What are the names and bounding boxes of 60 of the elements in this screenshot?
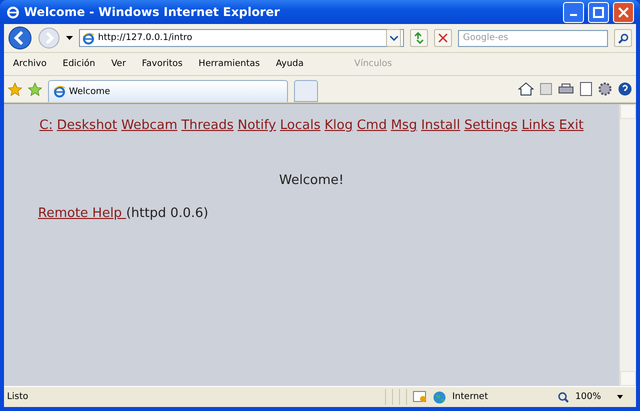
welcome-heading: Welcome! (278, 173, 345, 188)
page-menu-icon[interactable] (580, 82, 592, 96)
window-title: Welcome - Windows Internet Explorer (24, 5, 281, 19)
nav-link[interactable]: Exit (558, 118, 584, 133)
menu-item[interactable]: Edición (58, 59, 100, 69)
nav-link[interactable]: Klog (324, 118, 353, 133)
maximize-button[interactable] (588, 2, 609, 22)
nav-link[interactable]: Msg (390, 118, 418, 133)
printer-icon[interactable] (558, 82, 574, 96)
nav-link[interactable]: Webcam (121, 118, 178, 133)
scrollbar[interactable] (619, 104, 636, 386)
globe-icon (433, 390, 446, 404)
browser-logo-icon (6, 5, 20, 19)
remote-help-link[interactable]: Remote Help (38, 206, 126, 221)
search-icon (618, 32, 628, 44)
refresh-button[interactable] (410, 29, 428, 47)
nav-link[interactable]: Deskshot (56, 118, 118, 133)
nav-link[interactable]: Install (421, 118, 460, 133)
address-bar[interactable]: http://127.0.0.1/intro (79, 29, 404, 47)
close-icon (618, 6, 629, 18)
close-button[interactable] (613, 2, 634, 22)
search-field[interactable]: Google-es (458, 30, 608, 46)
back-button[interactable] (8, 26, 32, 50)
zoom-icon[interactable] (558, 392, 570, 402)
status-text: Listo (7, 392, 28, 402)
nav-link[interactable]: Notify (238, 118, 276, 133)
version-text: (httpd 0.0.6) (126, 206, 208, 221)
zoom-level[interactable]: 100% (575, 392, 601, 402)
stop-icon (438, 33, 448, 43)
menu-item[interactable]: Herramientas (194, 59, 265, 69)
help-icon[interactable] (618, 82, 632, 96)
security-icon (413, 391, 428, 403)
address-dropdown-button[interactable] (386, 29, 401, 47)
minimize-icon (570, 14, 577, 16)
nav-link[interactable]: Settings (464, 118, 518, 133)
nav-link[interactable]: Cmd (356, 118, 387, 133)
minimize-button[interactable] (563, 2, 584, 22)
maximize-icon (593, 6, 604, 18)
menu-item[interactable]: Ayuda (270, 59, 309, 69)
star-icon[interactable] (8, 82, 22, 96)
add-favorite-icon[interactable] (28, 82, 42, 96)
nav-link[interactable]: C: (39, 118, 53, 133)
home-icon[interactable] (518, 82, 534, 96)
browser-tab[interactable]: Welcome (48, 80, 288, 102)
settings-icon[interactable] (598, 82, 612, 96)
nav-link[interactable]: Links (522, 118, 555, 133)
refresh-icon (413, 32, 425, 44)
menu-item[interactable]: Favoritos (136, 59, 188, 69)
search-button[interactable] (614, 29, 632, 47)
chevron-down-icon (390, 36, 398, 40)
dropdown-caret-icon[interactable] (617, 395, 623, 399)
stop-button[interactable] (434, 29, 452, 47)
menu-item[interactable]: Archivo (8, 59, 52, 69)
page-icon (82, 32, 95, 44)
page-icon (53, 85, 66, 98)
menu-item[interactable]: Ver (106, 59, 131, 69)
nav-link[interactable]: Locals (280, 118, 320, 133)
zone-text: Internet (452, 392, 490, 402)
dropdown-caret-icon[interactable] (66, 36, 73, 40)
nav-link[interactable]: Threads (181, 118, 234, 133)
